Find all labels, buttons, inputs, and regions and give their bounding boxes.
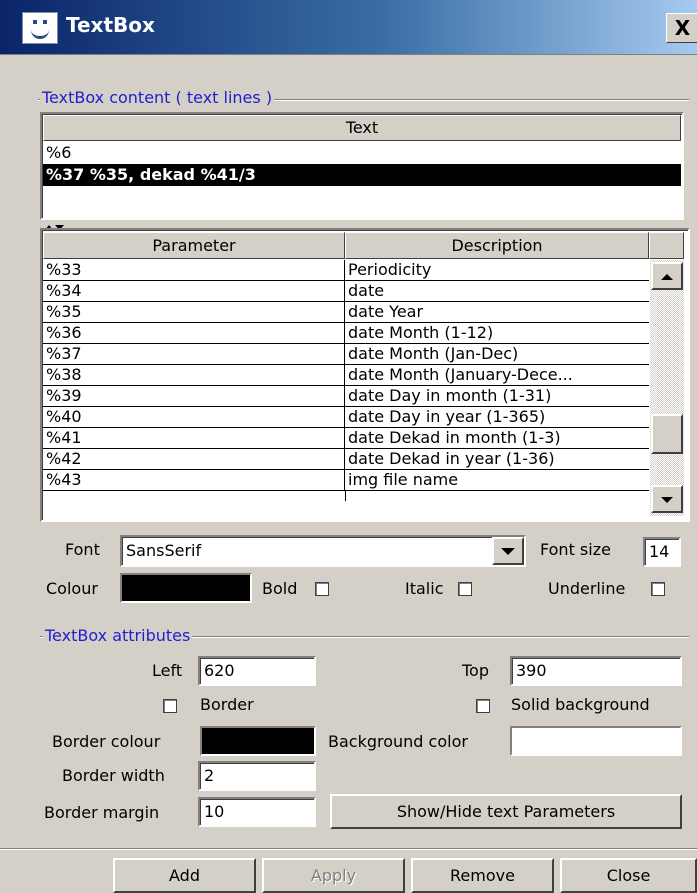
solid-background-checkbox[interactable] bbox=[476, 699, 490, 713]
close-window-icon[interactable]: X bbox=[666, 13, 697, 43]
italic-checkbox[interactable] bbox=[458, 582, 472, 596]
parameter-cell: %38 bbox=[43, 365, 345, 386]
table-row[interactable]: %42 date Dekad in year (1-36) bbox=[43, 449, 649, 470]
arrow-up-icon bbox=[661, 274, 673, 280]
border-label: Border bbox=[200, 695, 254, 714]
colour-swatch[interactable] bbox=[120, 573, 252, 603]
parameter-cell: %37 bbox=[43, 344, 345, 365]
scrollbar-thumb[interactable] bbox=[651, 414, 683, 454]
parameter-cell: %40 bbox=[43, 407, 345, 428]
app-icon bbox=[22, 12, 58, 44]
scroll-down-button[interactable] bbox=[651, 485, 683, 513]
scrollbar-track[interactable] bbox=[650, 260, 684, 516]
attributes-group-label: TextBox attributes bbox=[43, 626, 193, 645]
window-title: TextBox bbox=[66, 13, 155, 37]
border-width-label: Border width bbox=[62, 766, 165, 785]
remove-button[interactable]: Remove bbox=[411, 858, 554, 893]
border-margin-label: Border margin bbox=[44, 803, 160, 822]
arrow-down-icon bbox=[661, 497, 673, 503]
font-size-input[interactable]: 14 bbox=[643, 537, 681, 567]
solid-background-label: Solid background bbox=[511, 695, 650, 714]
font-label: Font bbox=[65, 540, 100, 559]
parameter-column-header[interactable]: Parameter bbox=[43, 232, 345, 259]
background-color-swatch[interactable] bbox=[510, 726, 682, 756]
table-row[interactable]: %36 date Month (1-12) bbox=[43, 323, 649, 344]
underline-checkbox[interactable] bbox=[651, 582, 665, 596]
table-row[interactable]: %41 date Dekad in month (1-3) bbox=[43, 428, 649, 449]
add-button[interactable]: Add bbox=[113, 858, 256, 893]
border-width-input[interactable]: 2 bbox=[198, 761, 316, 791]
description-column-header[interactable]: Description bbox=[345, 232, 649, 259]
description-cell: date Day in month (1-31) bbox=[345, 386, 649, 407]
description-cell: date Dekad in year (1-36) bbox=[345, 449, 649, 470]
description-cell: date Dekad in month (1-3) bbox=[345, 428, 649, 449]
table-row[interactable]: %40 date Day in year (1-365) bbox=[43, 407, 649, 428]
top-label: Top bbox=[462, 661, 489, 680]
parameter-rows: %33 Periodicity %34 date %35 date Year %36 date… bbox=[43, 260, 649, 516]
table-row[interactable]: %39 date Day in month (1-31) bbox=[43, 386, 649, 407]
parameter-cell: %36 bbox=[43, 323, 345, 344]
table-row-partial bbox=[43, 491, 649, 501]
description-cell: date bbox=[345, 281, 649, 302]
background-color-label: Background color bbox=[328, 732, 468, 751]
description-cell: date Month (January-Dece... bbox=[345, 365, 649, 386]
text-line-2-selected[interactable]: %37 %35, dekad %41/3 bbox=[43, 164, 681, 186]
table-row[interactable]: %34 date bbox=[43, 281, 649, 302]
table-row[interactable]: %33 Periodicity bbox=[43, 260, 649, 281]
colour-label: Colour bbox=[46, 579, 98, 598]
parameter-cell: %39 bbox=[43, 386, 345, 407]
apply-button[interactable]: Apply bbox=[262, 858, 405, 893]
underline-label: Underline bbox=[548, 579, 626, 598]
top-input[interactable]: 390 bbox=[510, 656, 682, 686]
description-cell: date Day in year (1-365) bbox=[345, 407, 649, 428]
bold-checkbox[interactable] bbox=[315, 582, 329, 596]
description-cell: date Month (1-12) bbox=[345, 323, 649, 344]
font-dropdown-button[interactable] bbox=[492, 537, 524, 565]
table-row[interactable]: %43 img file name bbox=[43, 470, 649, 491]
description-cell: Periodicity bbox=[345, 260, 649, 281]
bold-label: Bold bbox=[262, 579, 298, 598]
parameter-cell: %43 bbox=[43, 470, 345, 491]
left-label: Left bbox=[152, 661, 183, 680]
parameter-cell: %42 bbox=[43, 449, 345, 470]
header-corner bbox=[649, 232, 684, 259]
parameter-cell: %41 bbox=[43, 428, 345, 449]
bottom-separator bbox=[0, 848, 697, 850]
border-colour-label: Border colour bbox=[52, 732, 161, 751]
parameter-cell: %35 bbox=[43, 302, 345, 323]
show-hide-parameters-button[interactable]: Show/Hide text Parameters bbox=[330, 794, 682, 829]
font-select[interactable]: SansSerif bbox=[120, 535, 526, 567]
scroll-up-button[interactable] bbox=[651, 262, 683, 290]
table-row[interactable]: %37 date Month (Jan-Dec) bbox=[43, 344, 649, 365]
parameter-cell: %34 bbox=[43, 281, 345, 302]
border-colour-swatch[interactable] bbox=[200, 726, 316, 756]
border-margin-input[interactable]: 10 bbox=[198, 797, 316, 827]
left-input[interactable]: 620 bbox=[198, 656, 316, 686]
parameter-cell: %33 bbox=[43, 260, 345, 281]
text-line-1[interactable]: %6 bbox=[43, 142, 681, 164]
description-cell: img file name bbox=[345, 470, 649, 491]
italic-label: Italic bbox=[405, 579, 444, 598]
border-checkbox[interactable] bbox=[163, 699, 177, 713]
content-group-label: TextBox content ( text lines ) bbox=[40, 88, 275, 107]
text-column-header[interactable]: Text bbox=[43, 115, 681, 141]
font-size-label: Font size bbox=[540, 540, 611, 559]
table-row[interactable]: %35 date Year bbox=[43, 302, 649, 323]
chevron-down-icon bbox=[501, 548, 515, 555]
close-button[interactable]: Close bbox=[560, 858, 697, 893]
description-cell: date Year bbox=[345, 302, 649, 323]
description-cell: date Month (Jan-Dec) bbox=[345, 344, 649, 365]
table-row[interactable]: %38 date Month (January-Dece... bbox=[43, 365, 649, 386]
